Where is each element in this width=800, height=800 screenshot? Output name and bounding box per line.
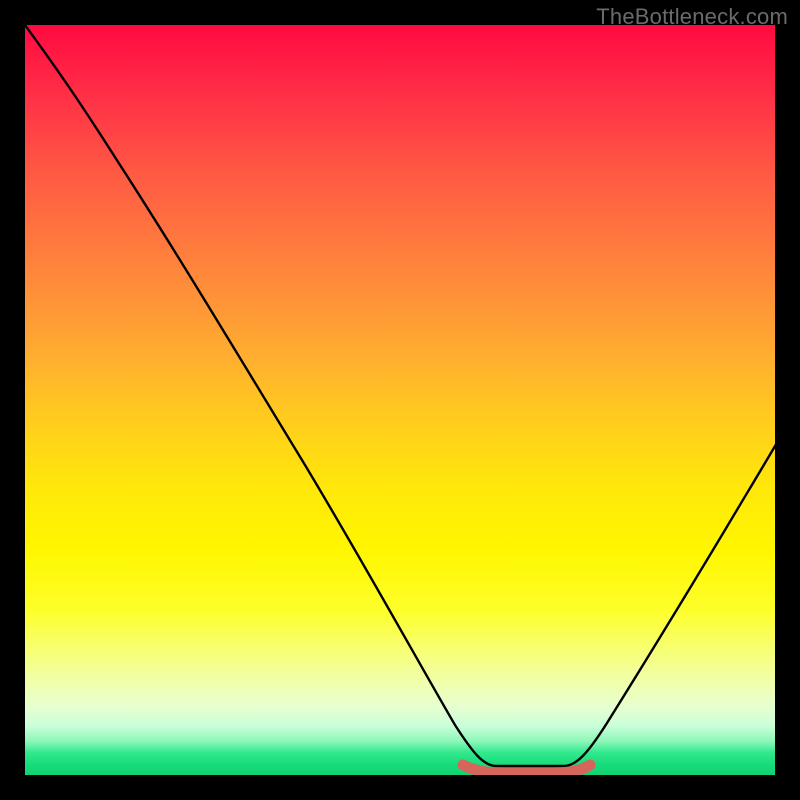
- chart-stage: TheBottleneck.com: [0, 0, 800, 800]
- bottleneck-curve: [25, 25, 775, 766]
- plot-area: [25, 25, 775, 775]
- curve-svg: [25, 25, 775, 775]
- watermark-text: TheBottleneck.com: [596, 4, 788, 30]
